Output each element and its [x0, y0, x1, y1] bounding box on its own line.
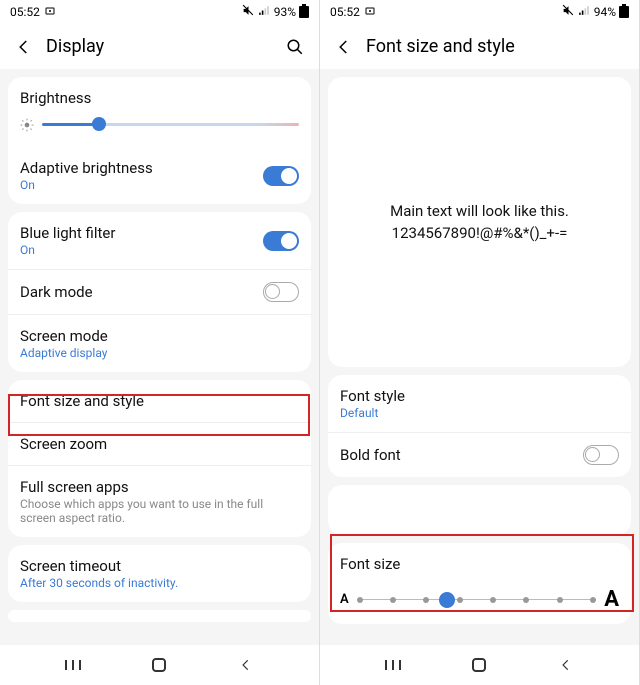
dark-mode-toggle[interactable] [263, 282, 299, 302]
font-size-style-title: Font size and style [20, 392, 299, 410]
status-bar: 05:52 94% [320, 0, 639, 24]
adaptive-brightness-sub: On [20, 178, 263, 192]
sun-icon [20, 117, 34, 131]
blue-light-title: Blue light filter [20, 224, 263, 242]
screen-timeout-row[interactable]: Screen timeout After 30 seconds of inact… [8, 545, 311, 602]
screen-zoom-row[interactable]: Screen zoom [8, 423, 311, 466]
font-size-large-label: A [604, 587, 619, 612]
nav-bar [320, 645, 639, 685]
nav-home[interactable] [469, 655, 489, 675]
dark-mode-title: Dark mode [20, 283, 263, 301]
header: Font size and style [320, 24, 639, 69]
search-button[interactable] [285, 37, 305, 57]
screen-mode-title: Screen mode [20, 327, 299, 345]
brightness-section: Brightness [8, 77, 311, 147]
dark-mode-row[interactable]: Dark mode [8, 270, 311, 315]
brightness-label: Brightness [20, 89, 299, 107]
nav-home[interactable] [149, 655, 169, 675]
font-size-small-label: A [340, 592, 349, 607]
page-title: Font size and style [366, 36, 625, 57]
adaptive-brightness-row[interactable]: Adaptive brightness On [8, 147, 311, 204]
status-bar: 05:52 93% [0, 0, 319, 24]
battery-percent: 93% [274, 5, 296, 19]
screen-zoom-title: Screen zoom [20, 435, 299, 453]
phone-display-settings: 05:52 93% Display [0, 0, 320, 685]
full-screen-apps-row[interactable]: Full screen apps Choose which apps you w… [8, 466, 311, 537]
screenshot-indicator-icon [44, 5, 56, 20]
font-style-sub: Default [340, 406, 619, 420]
status-time: 05:52 [330, 5, 360, 19]
battery-percent: 94% [594, 5, 616, 19]
adaptive-brightness-title: Adaptive brightness [20, 159, 263, 177]
full-screen-apps-sub: Choose which apps you want to use in the… [20, 497, 299, 525]
font-size-section: Font size A A [328, 543, 631, 624]
preview-line2: 1234567890!@#%&*()_+-= [392, 222, 568, 245]
signal-icon [578, 4, 591, 20]
page-title: Display [46, 36, 273, 57]
preview-line1: Main text will look like this. [390, 200, 569, 223]
nav-back[interactable] [556, 655, 576, 675]
blue-light-row[interactable]: Blue light filter On [8, 212, 311, 270]
nav-back[interactable] [236, 655, 256, 675]
full-screen-apps-title: Full screen apps [20, 478, 299, 496]
screenshot-indicator-icon [364, 5, 376, 20]
adaptive-brightness-toggle[interactable] [263, 166, 299, 186]
phone-font-settings: 05:52 94% Font size and style Main text … [320, 0, 640, 685]
brightness-slider[interactable] [42, 123, 299, 126]
screen-mode-sub: Adaptive display [20, 346, 299, 360]
font-preview: Main text will look like this. 123456789… [328, 77, 631, 367]
battery-icon [619, 4, 629, 21]
font-size-slider[interactable] [357, 599, 597, 601]
blue-light-sub: On [20, 243, 263, 257]
bold-font-row[interactable]: Bold font [328, 433, 631, 477]
screen-timeout-title: Screen timeout [20, 557, 299, 575]
font-size-thumb[interactable] [439, 592, 455, 608]
font-style-title: Font style [340, 387, 619, 405]
blue-light-toggle[interactable] [263, 231, 299, 251]
nav-bar [0, 645, 319, 685]
bold-font-toggle[interactable] [583, 445, 619, 465]
battery-icon [299, 4, 309, 21]
font-style-row[interactable]: Font style Default [328, 375, 631, 433]
signal-icon [258, 4, 271, 20]
nav-recents[interactable] [383, 655, 403, 675]
header: Display [0, 24, 319, 69]
brightness-thumb[interactable] [92, 117, 106, 131]
font-settings-content: Main text will look like this. 123456789… [320, 69, 639, 645]
screen-timeout-sub: After 30 seconds of inactivity. [20, 576, 299, 590]
mute-icon [562, 4, 575, 20]
bold-font-title: Bold font [340, 446, 583, 464]
font-size-title: Font size [340, 555, 619, 573]
back-button[interactable] [14, 37, 34, 57]
back-button[interactable] [334, 37, 354, 57]
nav-recents[interactable] [63, 655, 83, 675]
screen-mode-row[interactable]: Screen mode Adaptive display [8, 315, 311, 372]
mute-icon [242, 4, 255, 20]
font-size-style-row[interactable]: Font size and style [8, 380, 311, 423]
status-time: 05:52 [10, 5, 40, 19]
settings-list: Brightness Adaptive brightness On [0, 69, 319, 645]
